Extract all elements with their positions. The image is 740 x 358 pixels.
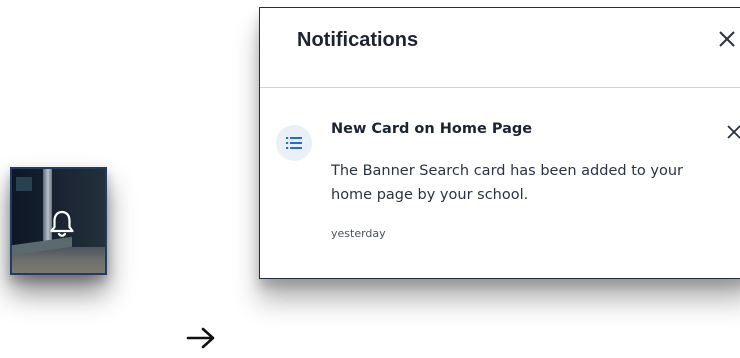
right-arrow-icon [186,327,215,349]
notification-title: New Card on Home Page [331,121,533,137]
list-icon [286,137,302,149]
panel-title: Notifications [297,29,419,51]
background-sign [16,177,32,191]
notification-type-badge [276,125,312,161]
close-icon[interactable] [726,124,740,140]
close-icon[interactable] [718,30,736,48]
panel-header: Notifications [260,8,740,88]
bell-icon [50,210,74,237]
background-ground [12,247,105,273]
notifications-panel: Notifications New Card on Home Page The … [259,7,740,279]
notification-message: The Banner Search card has been added to… [331,163,683,203]
notification-timestamp: yesterday [331,227,386,240]
notification-bell-button[interactable] [10,167,107,275]
